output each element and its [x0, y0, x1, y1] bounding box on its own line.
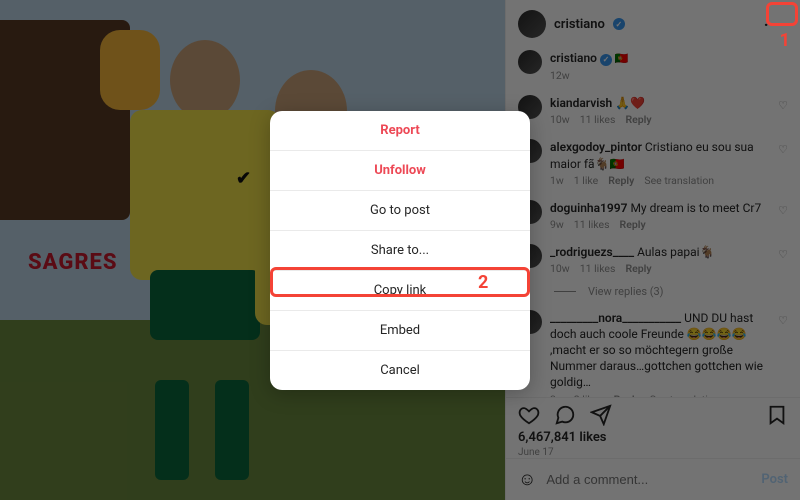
menu-item-copy-link[interactable]: Copy link — [270, 270, 530, 310]
menu-item-report[interactable]: Report — [270, 111, 530, 150]
modal-overlay[interactable]: Report Unfollow Go to post Share to... C… — [0, 0, 800, 500]
options-menu: Report Unfollow Go to post Share to... C… — [270, 111, 530, 390]
menu-item-embed[interactable]: Embed — [270, 310, 530, 350]
menu-item-share-to[interactable]: Share to... — [270, 230, 530, 270]
menu-item-cancel[interactable]: Cancel — [270, 350, 530, 390]
post-viewer: SAGRES ✔ SAGRES cristiano ··· cristiano … — [0, 0, 800, 500]
menu-item-go-to-post[interactable]: Go to post — [270, 190, 530, 230]
menu-item-unfollow[interactable]: Unfollow — [270, 150, 530, 190]
